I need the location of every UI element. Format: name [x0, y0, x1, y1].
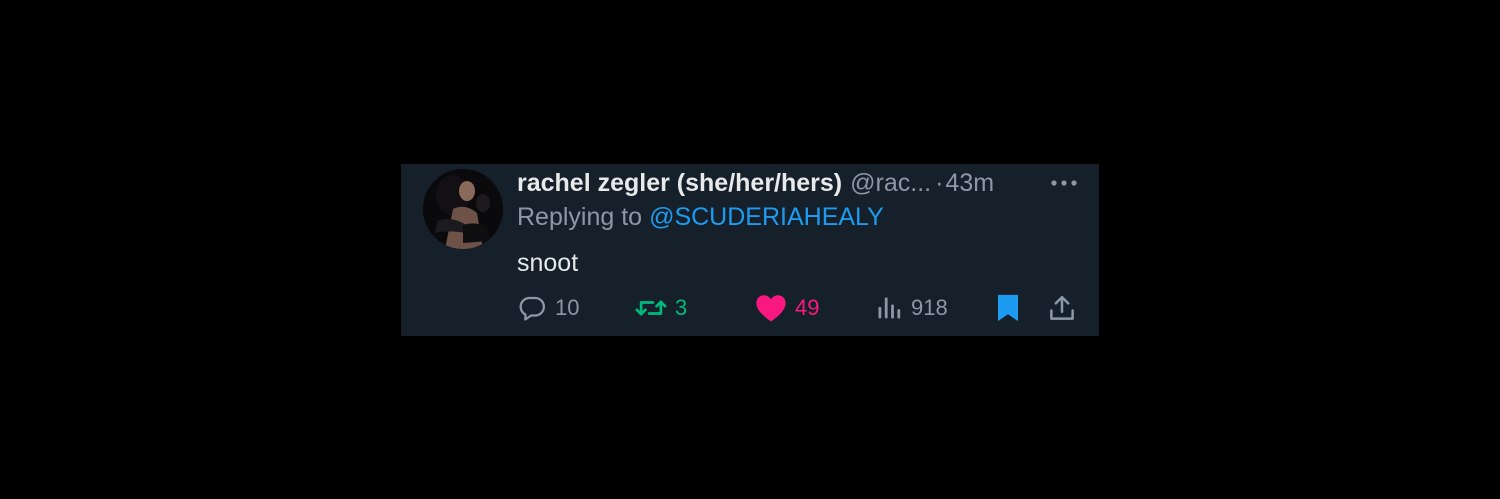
like-button[interactable]: 49 — [755, 291, 819, 325]
reply-mention-link[interactable]: @SCUDERIAHEALY — [649, 203, 884, 231]
like-count: 49 — [795, 295, 820, 320]
share-button[interactable] — [1047, 291, 1077, 325]
bookmark-icon — [995, 293, 1021, 323]
reply-bubble-icon — [517, 293, 547, 323]
retweet-count: 3 — [675, 295, 688, 320]
bar-chart-icon — [875, 293, 903, 323]
more-options-button[interactable] — [1047, 168, 1081, 198]
tweet-header: rachel zegler (she/her/hers) @rac... ·43m — [517, 167, 1077, 199]
views-button[interactable]: 918 — [875, 291, 948, 325]
tweet-text: snoot — [517, 249, 579, 277]
view-count: 918 — [911, 295, 948, 320]
more-horizontal-icon — [1051, 180, 1077, 186]
retweet-button[interactable]: 3 — [635, 291, 687, 325]
user-handle[interactable]: @rac... — [850, 169, 931, 197]
replying-to-label: Replying to — [517, 203, 643, 231]
tweet-card[interactable]: rachel zegler (she/her/hers) @rac... ·43m … — [401, 164, 1099, 336]
share-icon — [1047, 293, 1077, 323]
reply-count: 10 — [555, 295, 580, 320]
avatar-image — [423, 169, 503, 249]
tweet-timestamp[interactable]: 43m — [945, 169, 994, 197]
bookmark-button[interactable] — [995, 291, 1021, 325]
reply-button[interactable]: 10 — [517, 291, 579, 325]
heart-icon — [755, 293, 787, 323]
retweet-icon — [635, 293, 667, 323]
replying-to-line: Replying to @SCUDERIAHEALY — [517, 201, 884, 233]
display-name[interactable]: rachel zegler (she/her/hers) — [517, 169, 842, 197]
separator-dot: · — [935, 169, 944, 197]
avatar[interactable] — [423, 169, 503, 249]
